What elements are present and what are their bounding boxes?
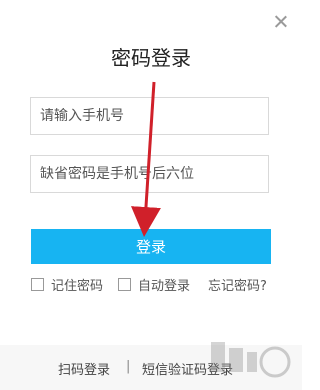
login-options: 记住密码 自动登录 忘记密码? [0,275,302,294]
close-icon[interactable] [273,14,289,30]
auto-login-label: 自动登录 [138,279,191,294]
password-input[interactable] [40,166,268,182]
auto-login-option[interactable]: 自动登录 [118,275,190,294]
remember-password-checkbox[interactable] [31,278,44,291]
footer-separator: | [126,359,131,374]
remember-password-option[interactable]: 记住密码 [31,275,103,294]
page-title: 密码登录 [111,46,191,70]
login-button[interactable]: 登录 [31,229,271,264]
auto-login-checkbox[interactable] [118,278,131,291]
password-field[interactable] [30,155,269,193]
forgot-password-link[interactable]: 忘记密码? [208,275,267,294]
phone-input[interactable] [40,108,268,124]
watermark-logo [211,342,291,378]
remember-password-label: 记住密码 [51,279,104,294]
login-window: 密码登录 登录 记住密码 自动登录 忘记密码? 扫码登录 | 短信验证码登录 [0,0,302,390]
phone-field[interactable] [30,97,269,135]
scan-login-link[interactable]: 扫码登录 [58,359,110,378]
